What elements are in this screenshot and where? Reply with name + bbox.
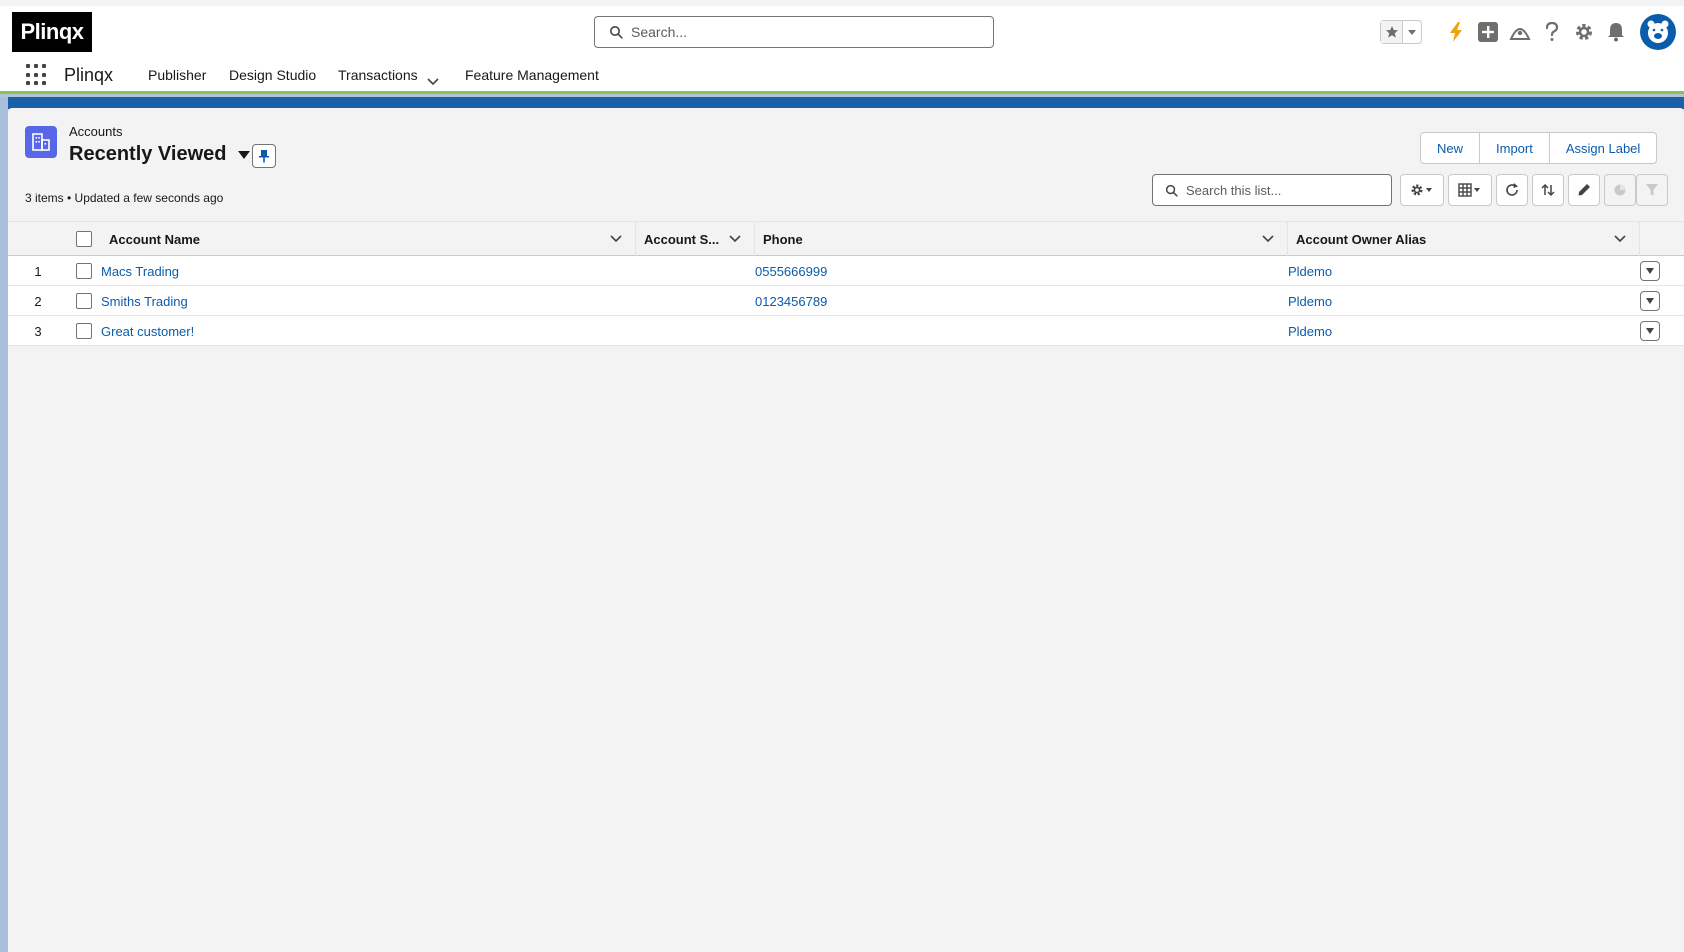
list-view-name: Recently Viewed [69,143,227,165]
column-header-account-owner-alias[interactable]: Account Owner Alias [1288,222,1640,256]
gear-icon [1411,184,1432,196]
accounts-object-icon [25,126,57,158]
list-action-buttons: New Import Assign Label [1420,132,1658,164]
row-actions-button[interactable] [1640,321,1660,341]
row-number: 1 [34,263,42,279]
phone-link[interactable]: 0123456789 [755,286,827,316]
object-label: Accounts [69,124,123,139]
row-select-cell [76,286,92,316]
refresh-icon [1506,183,1518,196]
favorites-group [1380,20,1422,44]
filter-icon [1646,184,1658,196]
caret-down-icon [1646,328,1654,334]
nav-transactions-chevron-down-icon[interactable] [426,69,440,95]
list-status-text: 3 items • Updated a few seconds ago [25,191,224,205]
row-select-cell [76,316,92,346]
app-name: Plinqx [64,65,114,85]
trailhead-guidance-icon[interactable] [1504,16,1536,48]
table-row: 1 Macs Trading 0555666999 Pldemo [8,256,1684,286]
row-select-cell [76,256,92,286]
column-label: Account Owner Alias [1296,231,1427,247]
nav-item-publisher[interactable]: Publisher [148,62,206,88]
user-avatar[interactable] [1640,14,1676,50]
account-name-link[interactable]: Great customer! [101,316,194,346]
lightning-icon[interactable] [1440,16,1472,48]
sort-button[interactable] [1532,174,1564,206]
plinqx-logo[interactable]: Plinqx [12,12,92,52]
display-as-button[interactable] [1448,174,1492,206]
global-search-input[interactable]: Search... [594,16,994,48]
column-header-account-site[interactable]: Account S... [636,222,755,256]
table-icon [1458,183,1480,197]
header-utility-icons [1380,12,1684,52]
nav-item-feature-management[interactable]: Feature Management [465,62,599,88]
new-button[interactable]: New [1420,132,1481,164]
sort-icon [1541,183,1555,197]
favorite-star-icon[interactable] [1381,21,1403,43]
nav-item-design-studio[interactable]: Design Studio [229,62,316,88]
column-label: Account S... [644,231,720,247]
pin-icon [259,150,269,163]
table-header-row: Account Name Account S... Phone Account … [8,222,1684,256]
list-view-caret-down-icon[interactable] [238,150,251,160]
chevron-down-icon[interactable] [1261,232,1275,246]
search-icon [610,26,623,39]
global-header: Plinqx Search... [0,0,1684,62]
filter-button[interactable] [1636,174,1668,206]
list-search-icon [1165,184,1178,197]
app-launcher-icon[interactable] [26,64,48,86]
assign-label-button[interactable]: Assign Label [1548,132,1658,164]
pin-list-view-button[interactable] [252,144,276,168]
row-checkbox[interactable] [76,323,92,339]
caret-down-icon [1646,268,1654,274]
select-all-checkbox[interactable] [76,231,92,247]
page-left-strip [0,97,8,952]
global-search-placeholder: Search... [631,24,688,40]
chevron-down-icon[interactable] [609,232,623,246]
table-row: 2 Smiths Trading 0123456789 Pldemo [8,286,1684,316]
refresh-button[interactable] [1496,174,1528,206]
row-actions-button[interactable] [1640,291,1660,311]
list-search-placeholder: Search this list... [1186,182,1282,198]
chevron-down-icon[interactable] [728,232,742,246]
chevron-down-icon[interactable] [1613,232,1627,246]
row-checkbox[interactable] [76,293,92,309]
row-number-header [8,222,68,256]
accounts-table: Account Name Account S... Phone Account … [8,221,1684,346]
nav-item-transactions[interactable]: Transactions [338,62,418,88]
column-header-account-name[interactable]: Account Name [101,222,636,256]
row-number: 2 [34,293,42,309]
import-button[interactable]: Import [1479,132,1550,164]
caret-down-icon [1646,298,1654,304]
owner-alias-link[interactable]: Pldemo [1288,316,1332,346]
row-checkbox[interactable] [76,263,92,279]
account-name-link[interactable]: Smiths Trading [101,286,188,316]
owner-alias-link[interactable]: Pldemo [1288,286,1332,316]
account-name-link[interactable]: Macs Trading [101,256,179,286]
favorites-dropdown-icon[interactable] [1403,21,1421,43]
user-avatar-icon [1647,20,1669,43]
column-label: Phone [763,231,803,247]
app-navigation-bar: Plinqx Publisher Design Studio Transacti… [0,62,1684,94]
notifications-bell-icon[interactable] [1600,16,1632,48]
charts-button[interactable] [1604,174,1636,206]
list-view-controls-button[interactable] [1400,174,1444,206]
column-label: Account Name [109,231,201,247]
row-actions-button[interactable] [1640,261,1660,281]
row-number: 3 [34,323,42,339]
setup-gear-icon[interactable] [1568,16,1600,48]
edit-list-button[interactable] [1568,174,1600,206]
owner-alias-link[interactable]: Pldemo [1288,256,1332,286]
phone-link[interactable]: 0555666999 [755,256,827,286]
help-icon[interactable] [1536,16,1568,48]
list-view-selector[interactable]: Recently Viewed [69,143,251,166]
global-create-icon[interactable] [1472,16,1504,48]
select-all-cell [68,222,101,256]
list-search-input[interactable]: Search this list... [1152,174,1392,206]
pencil-icon [1578,184,1590,196]
pie-chart-icon [1614,184,1626,196]
column-header-phone[interactable]: Phone [755,222,1288,256]
table-row: 3 Great customer! Pldemo [8,316,1684,346]
